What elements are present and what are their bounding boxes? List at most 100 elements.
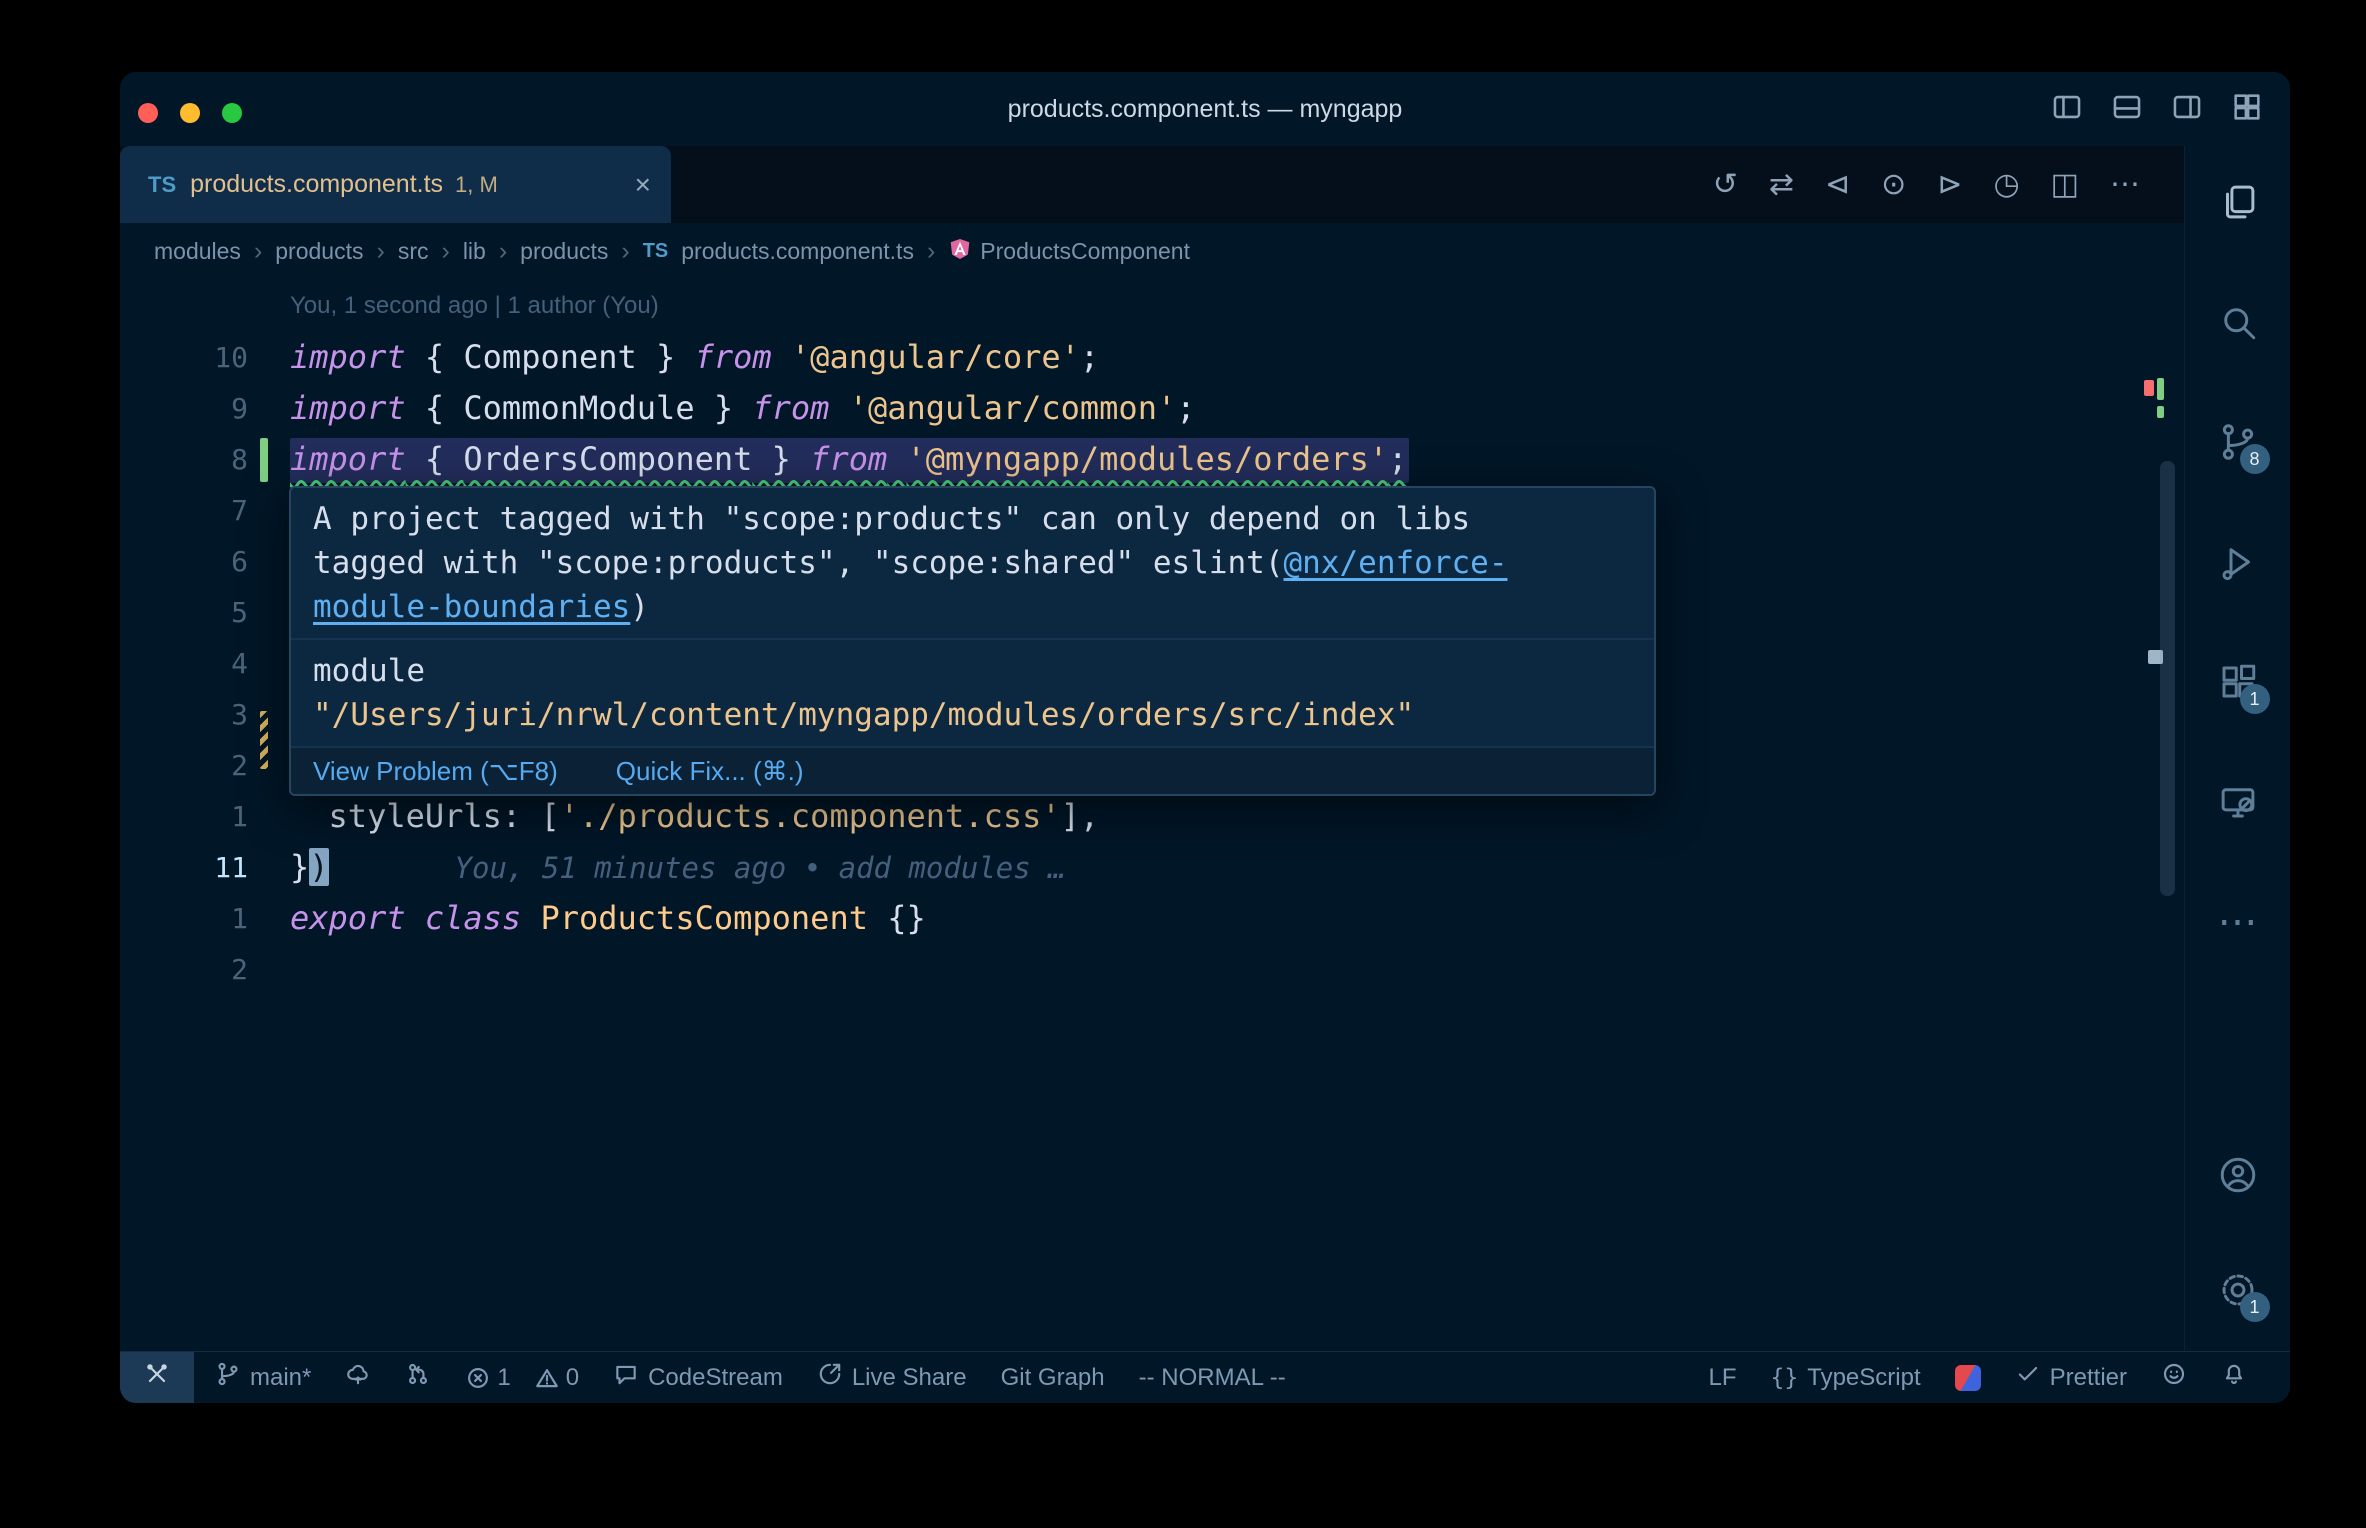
nx-rule-link[interactable]: @nx/enforce- <box>1284 545 1508 581</box>
notifications[interactable] <box>2204 1352 2264 1403</box>
notifications-icon <box>2221 1361 2247 1394</box>
remote-explorer-icon[interactable] <box>2206 770 2270 834</box>
code-line[interactable]: 11 }) You, 51 minutes ago • add modules … <box>120 842 2145 893</box>
git-branch[interactable]: main* <box>198 1352 328 1403</box>
account-icon[interactable] <box>2206 1143 2270 1207</box>
line-number: 6 <box>231 545 248 578</box>
activity-bar: 8 1 ⋯ 1 <box>2184 146 2290 1352</box>
code-line[interactable]: 8 import { OrdersComponent } from '@mynga… <box>120 434 2145 485</box>
eol-indicator[interactable]: LF <box>1692 1352 1754 1403</box>
tab-label: products.component.ts <box>190 170 444 198</box>
line-number: 3 <box>231 698 248 731</box>
warnings-indicator: 0 <box>534 1364 579 1392</box>
line-number: 7 <box>231 494 248 527</box>
tab-products-component[interactable]: TS products.component.ts 1, M × <box>120 146 671 223</box>
breadcrumb-folder[interactable]: products <box>520 238 608 265</box>
scrollbar-slider[interactable] <box>2160 461 2175 896</box>
next-change-icon[interactable]: ⊳ <box>1937 167 1962 202</box>
braces-icon: {} <box>1770 1364 1799 1391</box>
layout-panel-icon[interactable] <box>2110 90 2144 129</box>
close-tab-icon[interactable]: × <box>635 169 651 201</box>
previous-change-icon[interactable]: ⊲ <box>1825 167 1850 202</box>
more-tools-icon[interactable]: ⋯ <box>2206 890 2270 954</box>
eol-indicator-label: LF <box>1708 1363 1737 1391</box>
settings-gear-icon[interactable]: 1 <box>2206 1258 2270 1322</box>
breadcrumb-folder[interactable]: products <box>275 238 363 265</box>
extension-logo-icon <box>1954 1364 1981 1391</box>
breadcrumb-separator-icon: › <box>926 237 936 265</box>
prettier-label: Prettier <box>2049 1363 2127 1391</box>
titlebar: products.component.ts — myngapp <box>120 72 2290 146</box>
split-editor-icon[interactable]: ◫ <box>2051 167 2079 202</box>
git-graph[interactable]: Git Graph <box>984 1352 1122 1403</box>
view-problem-action[interactable]: View Problem (⌥F8) <box>313 756 558 787</box>
run-debug-icon[interactable] <box>2206 530 2270 594</box>
line-number: 4 <box>231 647 248 680</box>
code-line[interactable]: 9 import { CommonModule } from '@angular/… <box>120 383 2145 434</box>
breadcrumb-folder[interactable]: src <box>398 238 429 265</box>
change-indicator-icon[interactable]: ⊙ <box>1881 167 1906 202</box>
added-gutter-indicator <box>260 438 268 482</box>
breadcrumb-file[interactable]: products.component.ts <box>681 238 914 265</box>
code-line[interactable]: 2 <box>120 944 2145 995</box>
layout-grid-icon[interactable] <box>2230 90 2264 129</box>
timeline-history-icon[interactable]: ↺ <box>1713 167 1738 202</box>
titlebar-layout-icons <box>2050 72 2264 146</box>
breadcrumb-folder[interactable]: lib <box>463 238 486 265</box>
vscode-window: products.component.ts — myngapp TS produ… <box>120 72 2290 1403</box>
prettier[interactable]: Prettier <box>1998 1352 2144 1403</box>
window-title: products.component.ts — myngapp <box>1007 95 1403 123</box>
language-mode[interactable]: {} TypeScript <box>1754 1352 1938 1403</box>
layout-sidebar-right-icon[interactable] <box>2170 90 2204 129</box>
line-number: 1 <box>231 800 248 833</box>
inline-blame-annotation: You, 51 minutes ago • add modules … <box>454 851 1066 885</box>
line-number: 11 <box>214 851 248 884</box>
remote-indicator[interactable] <box>120 1352 194 1403</box>
code-line[interactable]: 1 export class ProductsComponent {} <box>120 893 2145 944</box>
typescript-file-icon: TS <box>148 171 177 197</box>
line-number: 9 <box>231 392 248 425</box>
more-actions-icon[interactable]: ⋯ <box>2110 167 2140 202</box>
breadcrumb-symbol[interactable]: ProductsComponent <box>948 237 1190 267</box>
extensions-icon[interactable]: 1 <box>2206 650 2270 714</box>
feedback[interactable] <box>2144 1352 2204 1403</box>
vim-mode[interactable]: -- NORMAL -- <box>1122 1352 1303 1403</box>
codestream[interactable]: CodeStream <box>596 1352 800 1403</box>
code-line[interactable]: 10 import { Component } from '@angular/co… <box>120 332 2145 383</box>
popup-text-line: tagged with "scope:products", "scope:sha… <box>313 545 1508 581</box>
breadcrumb-separator-icon: › <box>253 237 263 265</box>
live-share-label: Live Share <box>851 1363 967 1391</box>
overview-ruler-added-mark <box>2157 406 2164 418</box>
code-text: import { OrdersComponent } from '@myngap… <box>290 434 1410 485</box>
breadcrumb-separator-icon: › <box>498 237 508 265</box>
problems[interactable]: 10 <box>448 1352 596 1403</box>
code-text: }) You, 51 minutes ago • add modules … <box>290 848 1066 886</box>
live-share[interactable]: Live Share <box>800 1352 984 1403</box>
git-branch-icon <box>215 1361 241 1394</box>
line-number: 10 <box>214 341 248 374</box>
editor-actions: ↺ ⇄ ⊲ ⊙ ⊳ ◷ ◫ ⋯ <box>1713 146 2140 223</box>
extension-logo[interactable] <box>1938 1352 1998 1403</box>
layout-sidebar-left-icon[interactable] <box>2050 90 2084 129</box>
breadcrumb-separator-icon: › <box>441 237 450 265</box>
errors-indicator: 1 <box>465 1364 511 1392</box>
code-line[interactable]: 1 styleUrls: ['./products.component.css'… <box>120 791 2145 842</box>
search-icon[interactable] <box>2206 290 2270 354</box>
line-number: 2 <box>231 953 248 986</box>
quick-fix-action[interactable]: Quick Fix... (⌘.) <box>616 756 804 787</box>
overview-ruler-added-mark <box>2157 378 2164 400</box>
publish-changes[interactable] <box>328 1352 388 1403</box>
angular-component-icon <box>948 237 972 267</box>
gitlens-authors-annotation[interactable]: You, 1 second ago | 1 author (You) <box>290 280 659 331</box>
nx-rule-link[interactable]: module-boundaries <box>313 589 630 625</box>
breadcrumb-symbol-label: ProductsComponent <box>980 238 1190 264</box>
tab-bar: TS products.component.ts 1, M × ↺ ⇄ ⊲ ⊙ ⊳ ◷ ◫ ⋯ <box>120 146 2185 223</box>
hover-module-info: module "/Users/juri/nrwl/content/myngapp/… <box>291 638 1654 746</box>
branch-sync[interactable] <box>388 1352 448 1403</box>
breadcrumb-folder[interactable]: modules <box>154 238 241 265</box>
run-timer-icon[interactable]: ◷ <box>1993 167 2019 202</box>
explorer-icon[interactable] <box>2206 170 2270 234</box>
code-editor[interactable]: You, 1 second ago | 1 author (You) 10 imp… <box>120 278 2185 1352</box>
source-control-icon[interactable]: 8 <box>2206 410 2270 474</box>
compare-changes-icon[interactable]: ⇄ <box>1769 167 1794 202</box>
